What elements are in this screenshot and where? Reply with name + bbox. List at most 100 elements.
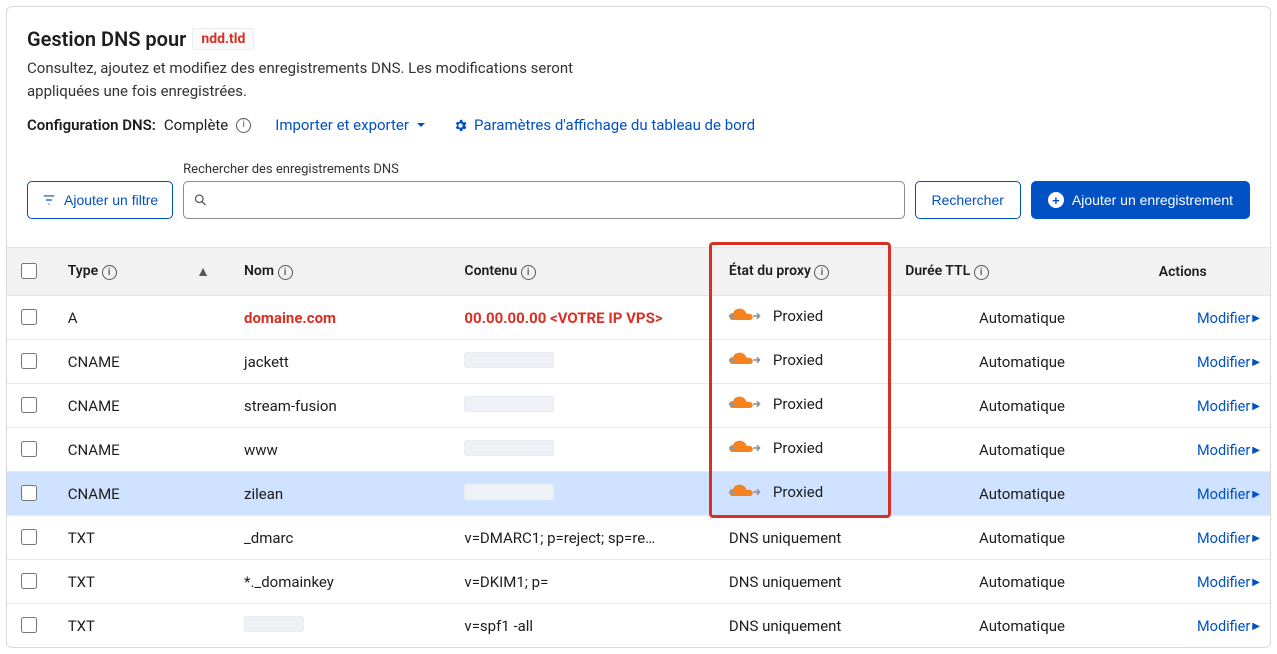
cell-content: v=DMARC1; p=reject; sp=re…: [454, 516, 719, 560]
cell-type: CNAME: [58, 472, 234, 516]
cell-type: CNAME: [58, 384, 234, 428]
col-ttl[interactable]: Durée TTL i: [895, 248, 1148, 296]
row-checkbox[interactable]: [21, 529, 37, 545]
chevron-right-icon: ▶: [1252, 577, 1260, 588]
proxied-cloud-icon: [729, 483, 763, 501]
cell-ttl: Automatique: [895, 340, 1148, 384]
col-name[interactable]: Nom i: [234, 248, 454, 296]
table-row: TXT_dmarcv=DMARC1; p=reject; sp=re…DNS u…: [7, 516, 1270, 560]
select-all-checkbox[interactable]: [21, 263, 37, 279]
chevron-right-icon: ▶: [1252, 313, 1260, 324]
domain-chip: ndd.tld: [192, 28, 254, 50]
proxied-cloud-icon: [729, 351, 763, 369]
cell-type: CNAME: [58, 340, 234, 384]
info-icon[interactable]: i: [814, 265, 829, 280]
dns-records-table: Type i ▲ Nom i Contenu i État du proxy: [7, 247, 1270, 647]
row-checkbox[interactable]: [21, 617, 37, 633]
cell-name: www: [234, 428, 454, 472]
modify-link[interactable]: Modifier ▶: [1197, 530, 1260, 547]
info-icon[interactable]: i: [236, 118, 251, 133]
cell-content: [454, 340, 719, 384]
cell-type: TXT: [58, 516, 234, 560]
search-button[interactable]: Rechercher: [915, 181, 1021, 219]
filter-icon: [42, 193, 56, 207]
cell-name: zilean: [234, 472, 454, 516]
row-checkbox[interactable]: [21, 309, 37, 325]
info-icon[interactable]: i: [974, 265, 989, 280]
cell-ttl: Automatique: [895, 296, 1148, 340]
modify-link[interactable]: Modifier ▶: [1197, 442, 1260, 459]
cell-ttl: Automatique: [895, 384, 1148, 428]
cell-type: A: [58, 296, 234, 340]
search-label: Rechercher des enregistrements DNS: [183, 162, 904, 177]
modify-link[interactable]: Modifier ▶: [1197, 486, 1260, 503]
dashboard-settings-link[interactable]: Paramètres d'affichage du tableau de bor…: [453, 116, 755, 134]
config-label: Configuration DNS:: [27, 116, 156, 134]
cell-ttl: Automatique: [895, 472, 1148, 516]
cell-content: 00.00.00.00 <VOTRE IP VPS>: [454, 296, 719, 340]
modify-link[interactable]: Modifier ▶: [1197, 398, 1260, 415]
table-row: TXT*._domainkeyv=DKIM1; p=DNS uniquement…: [7, 560, 1270, 604]
chevron-right-icon: ▶: [1252, 357, 1260, 368]
config-value: Complète: [164, 116, 228, 134]
sort-asc-icon[interactable]: ▲: [196, 263, 210, 280]
cell-proxy: Proxied: [719, 296, 895, 340]
table-row: CNAMEzileanProxiedAutomatiqueModifier ▶: [7, 472, 1270, 516]
cell-ttl: Automatique: [895, 560, 1148, 604]
cell-proxy: DNS uniquement: [719, 516, 895, 560]
table-row: Adomaine.com00.00.00.00 <VOTRE IP VPS>Pr…: [7, 296, 1270, 340]
row-checkbox[interactable]: [21, 573, 37, 589]
col-proxy[interactable]: État du proxy i: [719, 248, 895, 296]
cell-type: TXT: [58, 560, 234, 604]
row-checkbox[interactable]: [21, 397, 37, 413]
page-subtitle: Consultez, ajoutez et modifiez des enreg…: [27, 57, 587, 102]
cell-ttl: Automatique: [895, 604, 1148, 648]
cell-name: jackett: [234, 340, 454, 384]
row-checkbox[interactable]: [21, 441, 37, 457]
info-icon[interactable]: i: [102, 265, 117, 280]
chevron-right-icon: ▶: [1252, 401, 1260, 412]
cell-name: _dmarc: [234, 516, 454, 560]
cell-content: [454, 384, 719, 428]
table-row: CNAMEstream-fusion ProxiedAutomatique Modi…: [7, 384, 1270, 428]
cell-proxy: DNS uniquement: [719, 604, 895, 648]
proxied-cloud-icon: [729, 439, 763, 457]
row-checkbox[interactable]: [21, 353, 37, 369]
cell-proxy: DNS uniquement: [719, 560, 895, 604]
chevron-down-icon: [415, 119, 427, 131]
cell-content: [454, 428, 719, 472]
cell-proxy: Proxied: [719, 428, 895, 472]
cell-type: CNAME: [58, 428, 234, 472]
cell-content: v=DKIM1; p=: [454, 560, 719, 604]
add-filter-button[interactable]: Ajouter un filtre: [27, 181, 173, 219]
modify-link[interactable]: Modifier ▶: [1197, 310, 1260, 327]
modify-link[interactable]: Modifier ▶: [1197, 354, 1260, 371]
table-row: CNAMEjackettProxiedAutomatiqueModifier ▶: [7, 340, 1270, 384]
proxied-cloud-icon: [729, 395, 763, 413]
cell-ttl: Automatique: [895, 428, 1148, 472]
modify-link[interactable]: Modifier ▶: [1197, 574, 1260, 591]
chevron-right-icon: ▶: [1252, 533, 1260, 544]
cell-name: stream-fusion: [234, 384, 454, 428]
add-record-button[interactable]: + Ajouter un enregistrement: [1031, 181, 1250, 219]
chevron-right-icon: ▶: [1252, 621, 1260, 632]
col-type[interactable]: Type i ▲: [58, 248, 234, 296]
plus-icon: +: [1048, 192, 1064, 208]
row-checkbox[interactable]: [21, 485, 37, 501]
gear-icon: [453, 118, 468, 133]
page-title: Gestion DNS pour: [27, 27, 186, 51]
modify-link[interactable]: Modifier ▶: [1197, 618, 1260, 635]
col-actions: Actions: [1149, 248, 1270, 296]
table-row: TXTv=spf1 -allDNS uniquementAutomatiqueM…: [7, 604, 1270, 648]
cell-proxy: Proxied: [719, 384, 895, 428]
chevron-right-icon: ▶: [1252, 445, 1260, 456]
cell-content: [454, 472, 719, 516]
info-icon[interactable]: i: [521, 265, 536, 280]
cell-type: TXT: [58, 604, 234, 648]
col-content[interactable]: Contenu i: [454, 248, 719, 296]
search-input[interactable]: [183, 181, 904, 219]
import-export-link[interactable]: Importer et exporter: [275, 116, 427, 134]
info-icon[interactable]: i: [278, 265, 293, 280]
proxied-cloud-icon: [729, 307, 763, 325]
cell-name: *._domainkey: [234, 560, 454, 604]
